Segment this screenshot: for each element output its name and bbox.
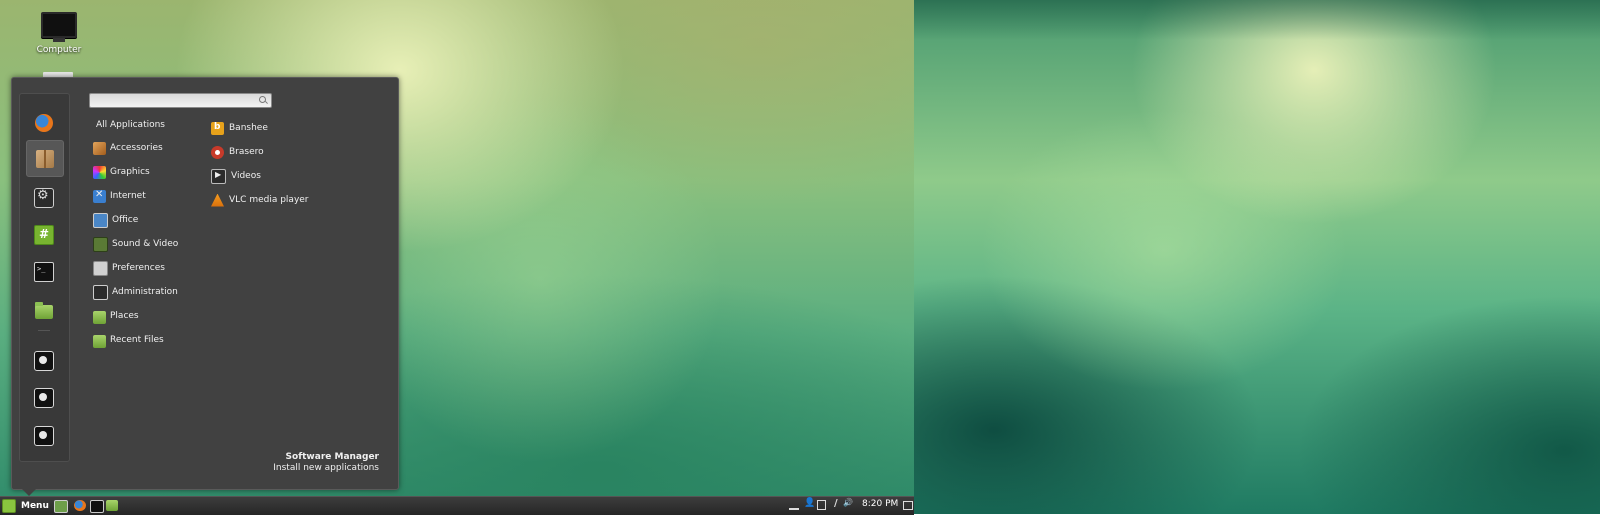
brasero-icon — [211, 145, 224, 159]
graphics-icon — [93, 165, 106, 179]
keyboard-icon[interactable] — [789, 502, 799, 510]
preferences-icon — [93, 260, 108, 276]
category-label: Internet — [110, 191, 146, 201]
administration-icon — [93, 284, 108, 300]
favorites-bar — [19, 93, 70, 462]
settings-icon — [34, 187, 54, 208]
lock-screen-button[interactable] — [26, 343, 62, 378]
favorite-hexchat[interactable] — [26, 217, 62, 252]
accessories-icon — [93, 141, 106, 155]
bottom-panel: Menu 8:20 PM — [0, 496, 914, 515]
user-icon[interactable] — [804, 498, 815, 510]
logout-button[interactable] — [26, 380, 62, 415]
mint-logo-icon — [2, 499, 16, 513]
favorites-separator — [38, 330, 50, 331]
category-label: Graphics — [110, 167, 150, 177]
logout-icon — [34, 387, 54, 408]
shutdown-button[interactable] — [26, 418, 62, 453]
sound-video-icon — [93, 236, 108, 252]
folder-icon — [35, 301, 53, 319]
volume-icon[interactable] — [843, 498, 853, 510]
firefox-launcher-icon[interactable] — [74, 500, 86, 511]
category-label: All Applications — [96, 120, 165, 130]
computer-icon — [41, 12, 77, 38]
category-label: Accessories — [110, 143, 163, 153]
category-label: Administration — [112, 287, 178, 297]
terminal-icon — [34, 261, 54, 282]
app-videos[interactable]: Videos — [211, 167, 261, 185]
clock[interactable]: 8:20 PM — [862, 499, 898, 509]
category-sound-video[interactable]: Sound & Video — [93, 235, 178, 253]
office-icon — [93, 212, 108, 228]
category-accessories[interactable]: Accessories — [93, 139, 163, 157]
app-vlc[interactable]: VLC media player — [211, 191, 309, 209]
app-label: Banshee — [229, 123, 268, 133]
search-input[interactable] — [94, 95, 244, 106]
workspace-switcher-icon[interactable] — [903, 501, 913, 510]
category-label: Preferences — [112, 263, 165, 273]
hash-icon — [34, 224, 54, 245]
category-recent-files[interactable]: Recent Files — [93, 331, 164, 349]
app-info-title: Software Manager — [285, 452, 379, 462]
terminal-launcher-icon[interactable] — [90, 500, 104, 513]
package-icon — [36, 149, 54, 168]
recent-files-folder-icon — [93, 334, 106, 348]
app-info-description: Install new applications — [273, 463, 379, 473]
category-preferences[interactable]: Preferences — [93, 259, 165, 277]
files-launcher-icon[interactable] — [106, 500, 118, 511]
menu-button-label: Menu — [21, 501, 49, 511]
desktop-icon-label: Computer — [36, 45, 82, 55]
search-box[interactable] — [89, 93, 272, 108]
app-label: Brasero — [229, 147, 264, 157]
show-desktop-icon[interactable] — [54, 500, 68, 513]
category-administration[interactable]: Administration — [93, 283, 178, 301]
category-label: Recent Files — [110, 335, 164, 345]
app-info-panel: Software Manager Install new application… — [273, 452, 379, 474]
favorite-terminal[interactable] — [26, 254, 62, 289]
videos-icon — [211, 168, 226, 184]
category-office[interactable]: Office — [93, 211, 138, 229]
category-all-applications[interactable]: All Applications — [96, 116, 165, 134]
power-icon — [34, 425, 54, 446]
category-label: Places — [110, 311, 139, 321]
vlc-cone-icon — [211, 193, 224, 207]
computer-icon-stand — [53, 38, 65, 42]
favorite-files[interactable] — [26, 292, 62, 327]
app-label: Videos — [231, 171, 261, 181]
favorite-software-manager[interactable] — [26, 140, 64, 177]
desktop-right — [914, 0, 1600, 514]
search-icon — [259, 96, 266, 103]
firefox-icon — [35, 113, 53, 132]
app-brasero[interactable]: Brasero — [211, 143, 264, 161]
menu-button[interactable]: Menu — [2, 498, 49, 514]
banshee-icon — [211, 121, 224, 135]
category-label: Sound & Video — [112, 239, 179, 249]
category-graphics[interactable]: Graphics — [93, 163, 150, 181]
app-label: VLC media player — [229, 195, 309, 205]
desktop-icon-computer[interactable]: Computer — [28, 12, 90, 55]
favorite-firefox[interactable] — [26, 105, 62, 140]
category-internet[interactable]: Internet — [93, 187, 146, 205]
network-icon[interactable] — [831, 498, 841, 510]
places-folder-icon — [93, 310, 106, 324]
app-banshee[interactable]: Banshee — [211, 119, 268, 137]
lock-icon — [34, 350, 54, 371]
internet-icon — [93, 189, 106, 203]
application-menu: All Applications Accessories Graphics In… — [11, 77, 399, 496]
notes-icon[interactable] — [817, 500, 826, 510]
category-label: Office — [112, 215, 139, 225]
category-places[interactable]: Places — [93, 307, 139, 325]
favorite-system-settings[interactable] — [26, 180, 62, 215]
